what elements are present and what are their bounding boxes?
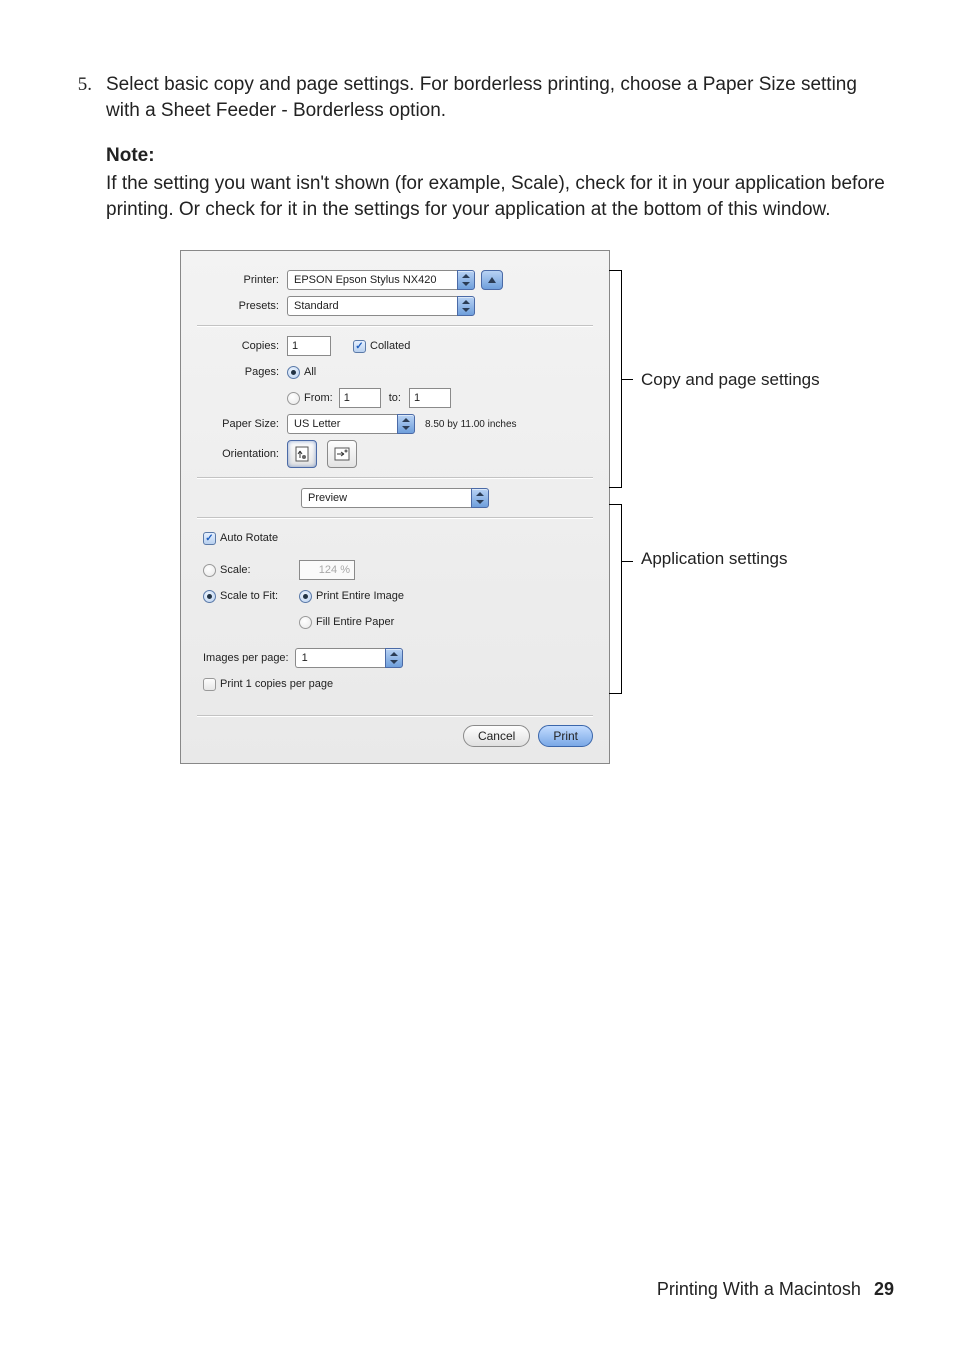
callout-application: Application settings xyxy=(633,504,787,694)
printer-select[interactable]: EPSON Epson Stylus NX420 xyxy=(287,270,475,290)
pages-all-radio[interactable]: All xyxy=(287,366,316,379)
printer-label: Printer: xyxy=(197,274,287,286)
copies-input[interactable]: 1 xyxy=(287,336,331,356)
presets-label: Presets: xyxy=(197,300,287,312)
print-entire-radio[interactable]: Print Entire Image xyxy=(299,590,404,603)
step-5: 5. Select basic copy and page settings. … xyxy=(60,72,894,123)
page-number: 29 xyxy=(866,1279,894,1299)
radio-icon xyxy=(287,392,300,405)
print-copies-checkbox[interactable]: ✓ Print 1 copies per page xyxy=(203,678,333,691)
orientation-label: Orientation: xyxy=(197,448,287,460)
orientation-portrait-button[interactable] xyxy=(287,440,317,468)
collated-checkbox[interactable]: ✓ Collated xyxy=(353,340,410,353)
step-number: 5. xyxy=(60,72,106,98)
paper-size-select[interactable]: US Letter xyxy=(287,414,415,434)
pages-from-radio[interactable]: From: xyxy=(287,392,333,405)
callouts: Copy and page settings Application setti… xyxy=(610,250,820,764)
footer-title: Printing With a Macintosh xyxy=(657,1279,861,1299)
dropdown-arrows-icon[interactable] xyxy=(385,648,403,668)
images-per-page-label: Images per page: xyxy=(203,652,295,664)
portrait-icon xyxy=(295,446,309,462)
paper-size-label: Paper Size: xyxy=(197,418,287,430)
checkmark-icon: ✓ xyxy=(203,678,216,691)
radio-icon xyxy=(299,616,312,629)
dropdown-arrows-icon[interactable] xyxy=(457,296,475,316)
dropdown-arrows-icon[interactable] xyxy=(457,270,475,290)
checkmark-icon: ✓ xyxy=(203,532,216,545)
from-input[interactable]: 1 xyxy=(339,388,381,408)
to-input[interactable]: 1 xyxy=(409,388,451,408)
pane-select[interactable]: Preview xyxy=(301,488,489,508)
callout-copy-page: Copy and page settings xyxy=(633,270,820,488)
radio-icon xyxy=(299,590,312,603)
printer-status-button[interactable] xyxy=(481,270,503,290)
radio-icon xyxy=(203,590,216,603)
checkmark-icon: ✓ xyxy=(353,340,366,353)
radio-icon xyxy=(203,564,216,577)
scale-to-fit-radio[interactable]: Scale to Fit: xyxy=(203,590,299,603)
print-dialog: Printer: EPSON Epson Stylus NX420 Preset… xyxy=(180,250,610,764)
note-label: Note: xyxy=(106,143,894,169)
figure: Printer: EPSON Epson Stylus NX420 Preset… xyxy=(180,250,894,764)
landscape-icon xyxy=(334,447,350,461)
scale-radio[interactable]: Scale: xyxy=(203,564,299,577)
pages-label: Pages: xyxy=(197,366,287,378)
bracket-icon xyxy=(609,504,633,694)
paper-dimensions: 8.50 by 11.00 inches xyxy=(415,419,517,430)
step-text: Select basic copy and page settings. For… xyxy=(106,72,894,123)
bracket-icon xyxy=(609,270,633,488)
fill-entire-radio[interactable]: Fill Entire Paper xyxy=(299,616,394,629)
dropdown-arrows-icon[interactable] xyxy=(397,414,415,434)
page-footer: Printing With a Macintosh 29 xyxy=(657,1279,894,1300)
presets-select[interactable]: Standard xyxy=(287,296,475,316)
copies-label: Copies: xyxy=(197,340,287,352)
orientation-landscape-button[interactable] xyxy=(327,440,357,468)
dropdown-arrows-icon[interactable] xyxy=(471,488,489,508)
note: Note: If the setting you want isn't show… xyxy=(106,143,894,222)
auto-rotate-checkbox[interactable]: ✓ Auto Rotate xyxy=(203,532,278,545)
print-button[interactable]: Print xyxy=(538,725,593,747)
cancel-button[interactable]: Cancel xyxy=(463,725,530,747)
radio-icon xyxy=(287,366,300,379)
images-per-page-select[interactable]: 1 xyxy=(295,648,403,668)
scale-input[interactable]: 124 % xyxy=(299,560,355,580)
